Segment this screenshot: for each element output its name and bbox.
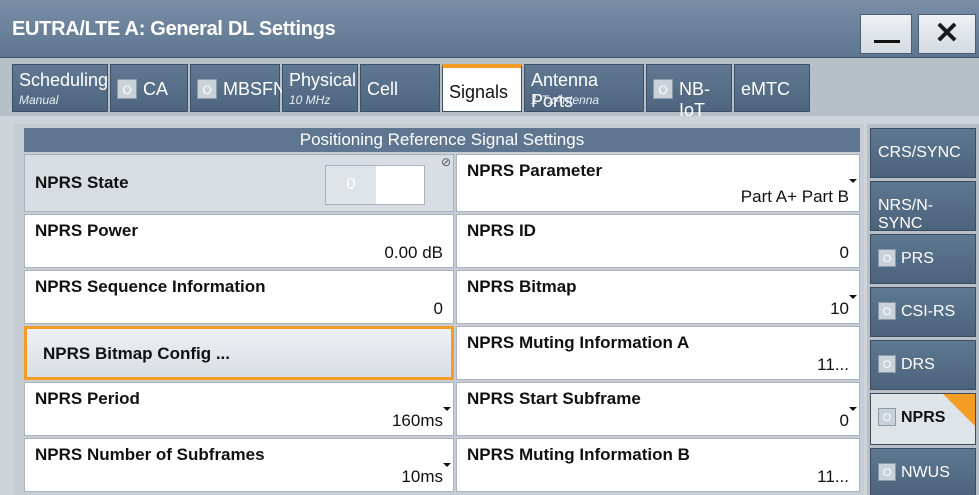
field-label: NPRS ID xyxy=(467,221,536,240)
nprs-period-dropdown[interactable]: NPRS Period 160ms xyxy=(24,382,454,436)
sidebar-item-crs-sync[interactable]: CRS/SYNC xyxy=(870,128,976,178)
dropdown-arrow-icon xyxy=(849,295,857,299)
nprs-id-field[interactable]: NPRS ID 0 xyxy=(456,214,860,268)
selected-corner-icon xyxy=(943,394,975,426)
field-value: 160ms xyxy=(391,411,443,430)
tab-sublabel: 1 TxAntenna xyxy=(531,93,600,107)
field-label: NPRS Start Subframe xyxy=(467,389,641,408)
sidebar-item-label: DRS xyxy=(901,356,935,373)
dropdown-arrow-icon xyxy=(849,179,857,183)
nprs-muting-information-b-field[interactable]: NPRS Muting Information B 11... xyxy=(456,438,860,492)
tab-label: MBSFN xyxy=(223,79,286,99)
window-title: EUTRA/LTE A: General DL Settings xyxy=(12,18,336,40)
tab-label: CA xyxy=(143,79,169,99)
status-led-icon: O xyxy=(653,79,673,99)
nprs-bitmap-dropdown[interactable]: NPRS Bitmap 10 xyxy=(456,270,860,324)
tab-label: Signals xyxy=(449,82,509,102)
field-label: NPRS Sequence Information xyxy=(35,277,266,296)
field-label: NPRS Parameter xyxy=(467,161,603,180)
nprs-start-subframe-dropdown[interactable]: NPRS Start Subframe 0 xyxy=(456,382,860,436)
status-led-icon: O xyxy=(878,408,896,426)
tab-ca[interactable]: O CA xyxy=(110,64,188,112)
toggle-knob: 0 xyxy=(326,166,376,204)
dropdown-arrow-icon xyxy=(849,407,857,411)
field-value: Part A+ Part B xyxy=(740,187,849,206)
nprs-state-toggle[interactable]: 0 xyxy=(325,165,425,205)
section-header: Positioning Reference Signal Settings xyxy=(24,128,860,152)
tab-mbsfn[interactable]: O MBSFN xyxy=(190,64,286,112)
dropdown-arrow-icon xyxy=(443,407,451,411)
dropdown-arrow-icon xyxy=(443,463,451,467)
sidebar-item-prs[interactable]: O PRS xyxy=(870,234,976,284)
sidebar-item-nwus[interactable]: O NWUS xyxy=(870,448,976,495)
tab-label: eMTC xyxy=(741,79,790,99)
tab-label: NB-IoT xyxy=(679,79,710,120)
field-value: 0 xyxy=(433,299,443,318)
tab-antenna-ports[interactable]: Antenna Ports 1 TxAntenna xyxy=(524,64,644,112)
field-value: 0 xyxy=(839,411,849,430)
tab-nb-iot[interactable]: O NB-IoT xyxy=(646,64,732,120)
tab-physical[interactable]: Physical 10 MHz xyxy=(282,64,358,112)
close-button[interactable]: ✕ xyxy=(918,14,976,54)
signals-sidebar: CRS/SYNC NRS/N-SYNC O PRS O CSI-RS O DRS… xyxy=(867,124,979,495)
field-value: 11... xyxy=(817,355,849,374)
field-label: NPRS State xyxy=(35,173,129,192)
sidebar-item-label: CRS/SYNC xyxy=(878,144,961,161)
status-led-icon: O xyxy=(878,302,896,320)
nprs-sequence-information-field[interactable]: NPRS Sequence Information 0 xyxy=(24,270,454,324)
tab-label: Physical xyxy=(289,70,357,90)
nprs-power-field[interactable]: NPRS Power 0.00 dB xyxy=(24,214,454,268)
tab-cell[interactable]: Cell xyxy=(360,64,440,112)
field-label: NPRS Muting Information B xyxy=(467,445,690,464)
settings-panel: Positioning Reference Signal Settings NP… xyxy=(14,124,864,495)
close-icon: ✕ xyxy=(934,17,960,50)
title-bar: EUTRA/LTE A: General DL Settings ✕ xyxy=(0,0,979,58)
status-led-icon: O xyxy=(878,463,896,481)
sidebar-item-nrs-n-sync[interactable]: NRS/N-SYNC xyxy=(870,181,976,232)
info-icon: ⊘ xyxy=(440,155,451,169)
field-label: NPRS Period xyxy=(35,389,140,408)
nprs-muting-information-a-field[interactable]: NPRS Muting Information A 11... xyxy=(456,326,860,380)
tab-bar: Scheduling Manual O CA O MBSFN Physical … xyxy=(0,58,979,120)
field-label: NPRS Bitmap xyxy=(467,277,577,296)
minimize-button[interactable] xyxy=(860,14,912,54)
sidebar-item-label: NRS/N-SYNC xyxy=(878,197,934,232)
sidebar-item-nprs[interactable]: O NPRS xyxy=(870,393,976,445)
tab-signals[interactable]: Signals xyxy=(442,64,522,112)
field-label: NPRS Power xyxy=(35,221,138,240)
button-label: NPRS Bitmap Config ... xyxy=(43,344,230,363)
tab-sublabel: Manual xyxy=(19,93,59,107)
sidebar-item-csi-rs[interactable]: O CSI-RS xyxy=(870,287,976,337)
field-value: 0.00 dB xyxy=(384,243,443,262)
status-led-icon: O xyxy=(197,79,217,99)
sidebar-item-drs[interactable]: O DRS xyxy=(870,340,976,390)
tab-emtc[interactable]: eMTC xyxy=(734,64,810,112)
tab-label: Cell xyxy=(367,79,399,99)
nprs-bitmap-config-button[interactable]: NPRS Bitmap Config ... xyxy=(24,326,454,380)
field-label: NPRS Number of Subframes xyxy=(35,445,265,464)
nprs-number-of-subframes-dropdown[interactable]: NPRS Number of Subframes 10ms xyxy=(24,438,454,492)
nprs-parameter-dropdown[interactable]: NPRS Parameter Part A+ Part B xyxy=(456,154,860,212)
sidebar-item-label: CSI-RS xyxy=(901,303,956,320)
status-led-icon: O xyxy=(878,249,896,267)
minimize-icon xyxy=(874,40,900,43)
tab-sublabel: 10 MHz xyxy=(289,93,331,107)
field-value: 10ms xyxy=(401,467,443,486)
tab-scheduling[interactable]: Scheduling Manual xyxy=(12,64,108,112)
tab-label: Scheduling xyxy=(19,70,109,90)
status-led-icon: O xyxy=(878,355,896,373)
sidebar-item-label: NWUS xyxy=(901,464,950,481)
sidebar-item-label: NPRS xyxy=(901,409,946,426)
field-value: 0 xyxy=(839,243,849,262)
sidebar-item-label: PRS xyxy=(901,250,934,267)
nprs-state-field: NPRS State 0 ⊘ xyxy=(24,154,454,212)
field-value: 10 xyxy=(830,299,849,318)
field-label: NPRS Muting Information A xyxy=(467,333,690,352)
field-value: 11... xyxy=(817,467,849,486)
status-led-icon: O xyxy=(117,79,137,99)
